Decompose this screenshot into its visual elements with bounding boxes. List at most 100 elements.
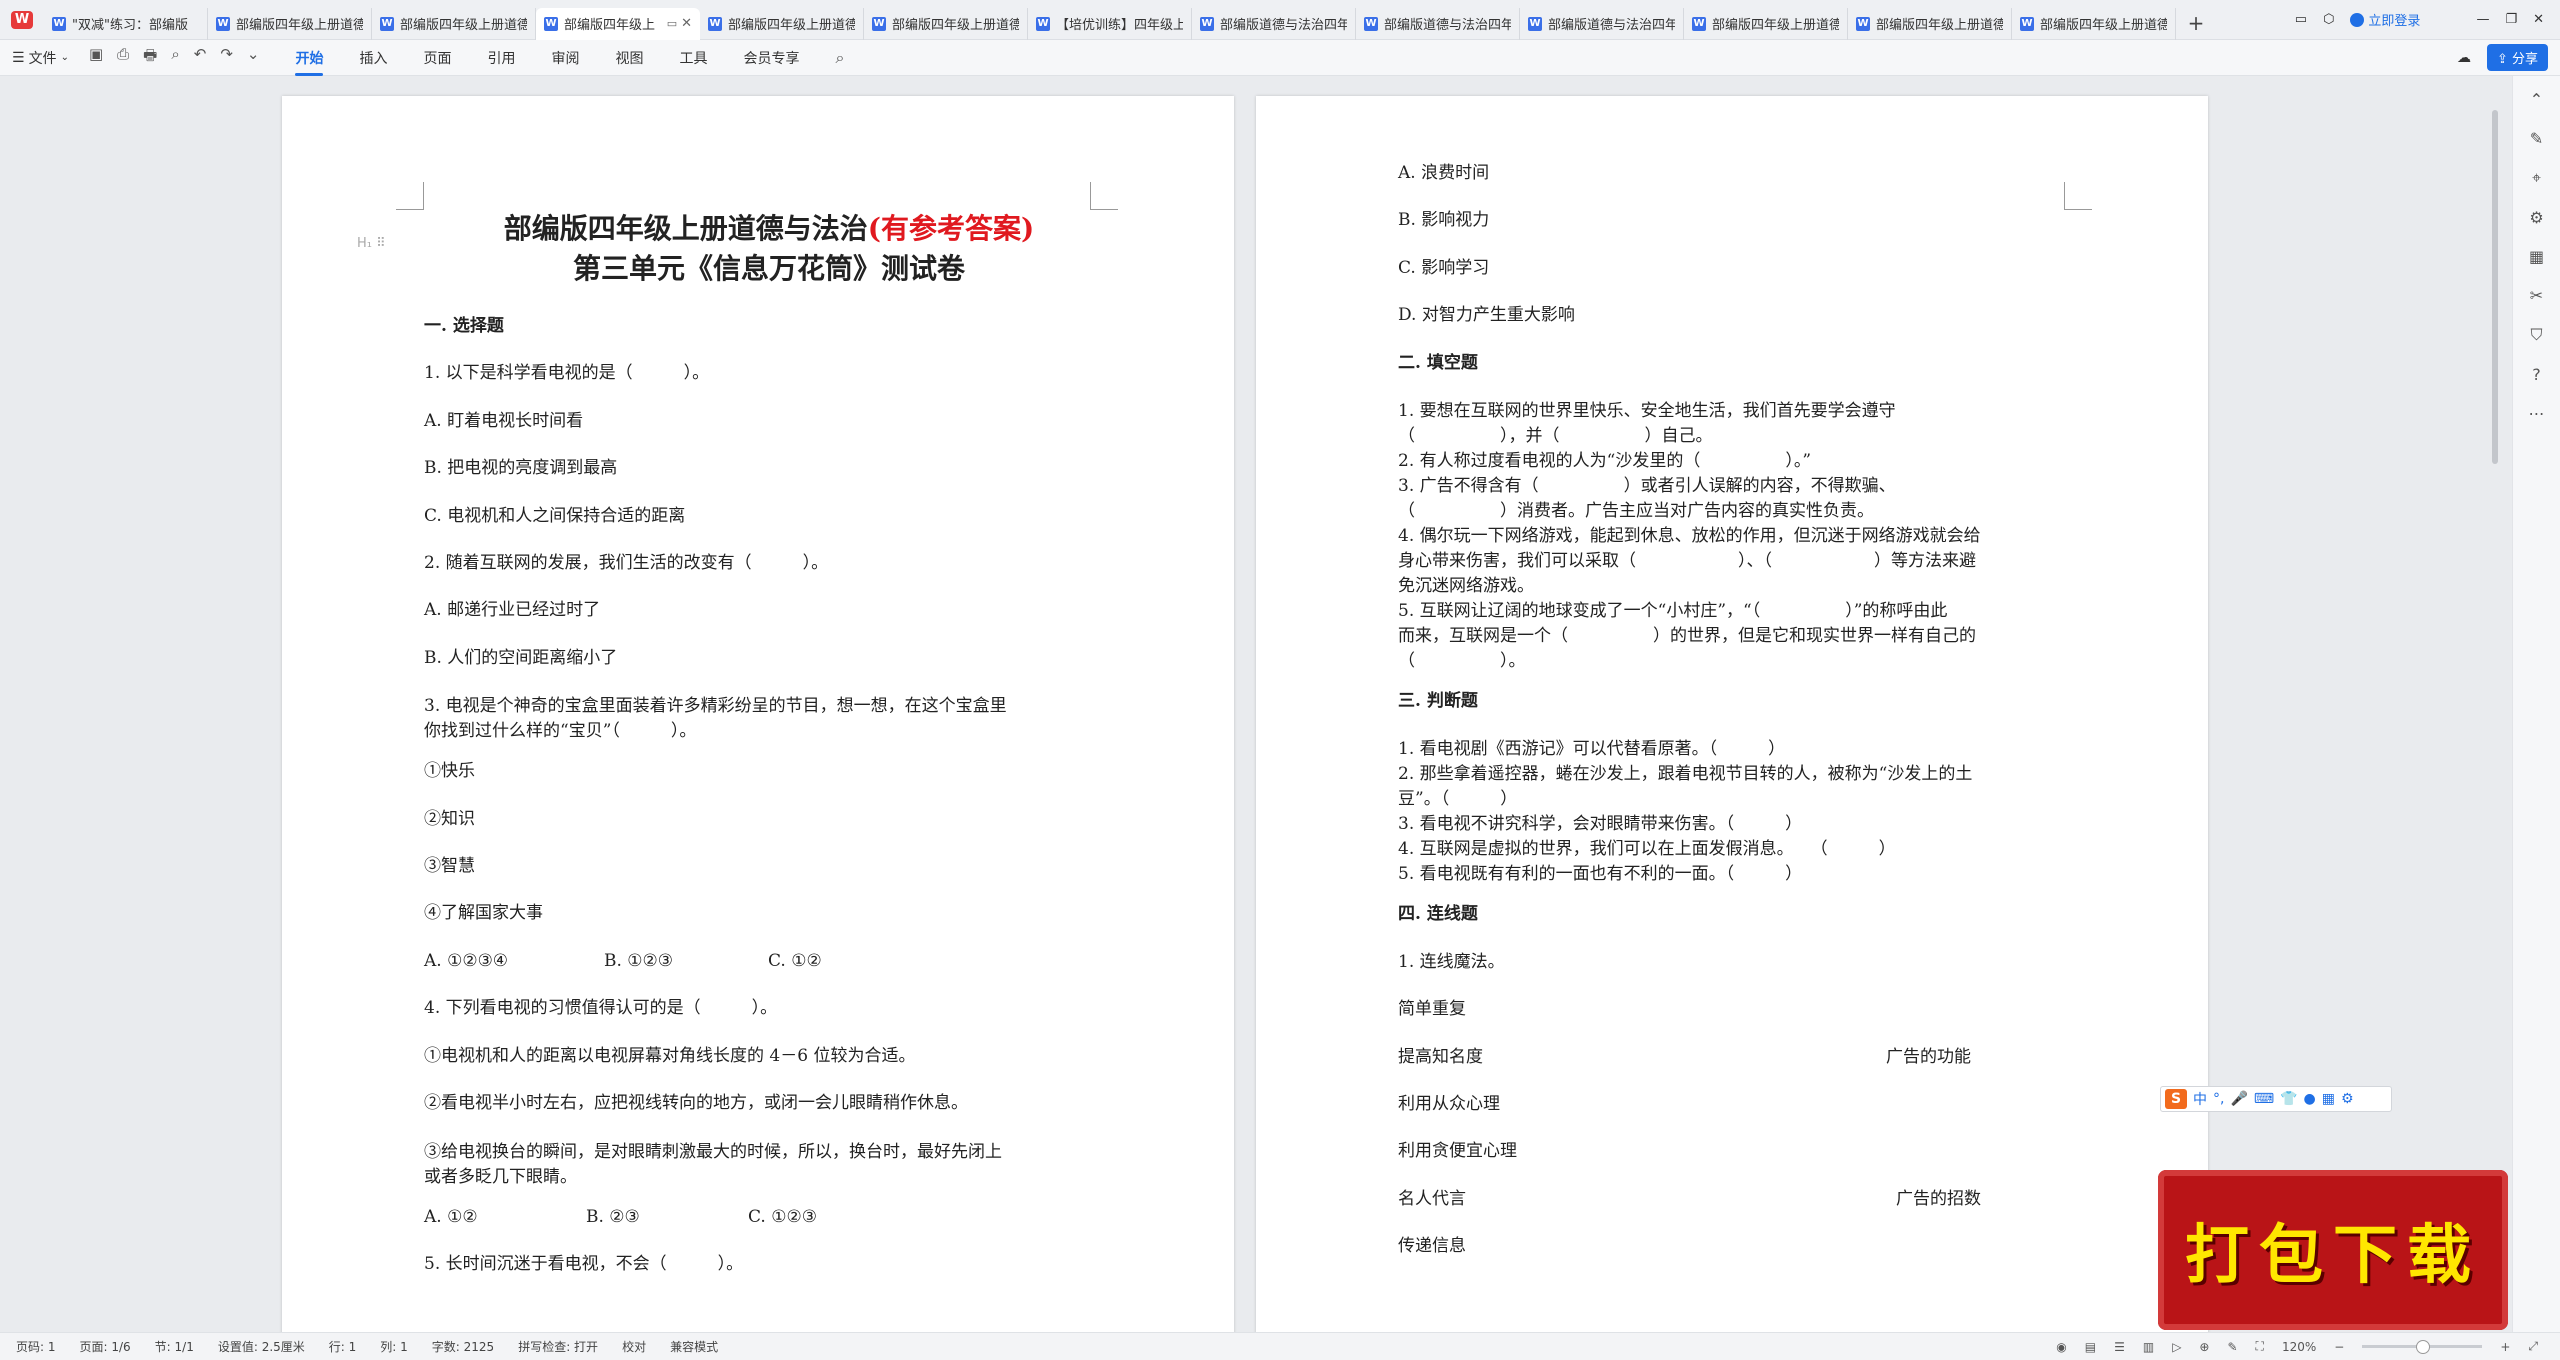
document-tab[interactable]: W 部编版四年级上册道德 [864, 7, 1028, 40]
document-tab[interactable]: W "双减"练习：部编版 [44, 7, 208, 40]
share-button[interactable]: ⇪ 分享 [2486, 44, 2548, 71]
tab-label: 部编版道德与法治四年 [1384, 18, 1511, 33]
document-tab[interactable]: W 部编版四年级上册道德 [208, 7, 372, 40]
eye-icon[interactable]: ◉ [2056, 1340, 2066, 1354]
wps-logo-icon[interactable]: W [0, 0, 44, 40]
word-doc-icon: W [1692, 16, 1706, 31]
zoom-out-icon[interactable]: − [2334, 1340, 2344, 1354]
right-tool-panel: ⌃ ✎ ⌖ ⚙ ▦ ✂ ⛉ ? ⋯ [2512, 76, 2560, 1332]
pen-icon[interactable]: ✎ [2530, 129, 2543, 148]
cube-icon[interactable]: ⬡ [2323, 12, 2334, 27]
help-icon[interactable]: ? [2532, 365, 2541, 384]
status-pages[interactable]: 页面: 1/6 [80, 1338, 131, 1355]
undo-icon[interactable]: ↶ [194, 45, 207, 70]
option-text: ②知识 [424, 808, 475, 829]
ime-toolbar[interactable]: S 中 °, 🎤 ⌨ 👕 ● ▦ ⚙ [2160, 1086, 2392, 1112]
image-edit-icon[interactable]: ▦ [2529, 247, 2544, 266]
restore-icon[interactable]: ❐ [2505, 12, 2517, 27]
ribbon-tab[interactable]: 工具 [679, 42, 707, 74]
save-icon[interactable]: ▣ [89, 45, 103, 70]
login-button[interactable]: 立即登录 [2350, 10, 2420, 29]
print-preview-icon[interactable]: ⌕ [171, 45, 179, 70]
redo-icon[interactable]: ↷ [220, 45, 233, 70]
web-view-icon[interactable]: ⊕ [2199, 1340, 2209, 1354]
tools-icon[interactable]: ✂ [2530, 286, 2543, 305]
status-word-count[interactable]: 字数: 2125 [432, 1338, 494, 1355]
close-window-icon[interactable]: ✕ [2533, 12, 2544, 27]
heading-handle-icon[interactable]: H₁ ⠿ [357, 236, 386, 251]
ime-mode-label[interactable]: 中 [2193, 1089, 2207, 1109]
document-tab[interactable]: W 【培优训练】四年级上 [1028, 7, 1192, 40]
document-page-2[interactable]: A. 浪费时间 B. 影响视力 C. 影响学习 D. 对智力产生重大影响 二. … [1256, 96, 2208, 1332]
fullscreen-icon[interactable]: ⤢ [2528, 1339, 2538, 1354]
option-text: ④了解国家大事 [424, 903, 543, 924]
window-layout-icon[interactable]: ▭ [2295, 12, 2307, 27]
document-tab[interactable]: W 部编版四年级上册道德 [700, 7, 864, 40]
outline-view-icon[interactable]: ▥ [2143, 1340, 2154, 1354]
print-icon[interactable]: 🖶 [143, 45, 157, 70]
new-tab-button[interactable]: + [2176, 11, 2216, 35]
zoom-slider[interactable] [2362, 1340, 2483, 1354]
document-tab[interactable]: W 部编版四年级上册道德 [2012, 7, 2176, 40]
ribbon-tab[interactable]: 审阅 [551, 42, 579, 74]
tab-label: 部编版四年级上册道德 [236, 18, 363, 33]
title-text: 部编版四年级上册道德与法治 [503, 212, 868, 245]
grid-icon[interactable]: ▦ [2322, 1091, 2335, 1107]
skin-icon[interactable]: 👕 [2280, 1091, 2297, 1107]
scrollbar-thumb[interactable] [2492, 110, 2498, 464]
status-spellcheck[interactable]: 拼写检查: 打开 [518, 1338, 598, 1355]
search-icon[interactable]: ⌕ [835, 48, 844, 68]
chat-icon[interactable]: ● [2304, 1091, 2316, 1107]
match-row: 名人代言 广告的招数 [1398, 1176, 2068, 1223]
ribbon-tab[interactable]: 页面 [423, 42, 451, 74]
document-tab[interactable]: W 部编版道德与法治四年 [1356, 7, 1520, 40]
option-text: A. 盯着电视长时间看 [424, 410, 584, 431]
zoom-in-icon[interactable]: + [2500, 1340, 2510, 1354]
shirt-icon[interactable]: ⛉ [2530, 325, 2542, 345]
mic-icon[interactable]: 🎤 [2230, 1091, 2247, 1107]
export-pdf-icon[interactable]: ⎙ [117, 45, 129, 70]
gear-icon[interactable]: ⚙ [2341, 1091, 2354, 1107]
option-text: ②看电视半小时左右，应把视线转向的地方，或闭一会儿眼睛稍作休息。 [424, 1093, 968, 1114]
settings-sliders-icon[interactable]: ⚙ [2529, 208, 2543, 227]
ribbon-tab[interactable]: 开始 [295, 42, 324, 76]
collapse-icon[interactable]: ⌃ [2530, 90, 2543, 109]
ribbon-tab[interactable]: 视图 [615, 42, 643, 74]
list-view-icon[interactable]: ☰ [2114, 1340, 2125, 1354]
zoom-level[interactable]: 120% [2282, 1340, 2316, 1354]
status-page[interactable]: 页码: 1 [16, 1338, 56, 1355]
match-row: 提高知名度 广告的功能 [1398, 1034, 2068, 1081]
document-tab[interactable]: W 部编版四年级上册道德 [372, 7, 536, 40]
ribbon-tab[interactable]: 插入 [359, 42, 387, 74]
status-compat-mode: 兼容模式 [670, 1340, 719, 1354]
close-tab-icon[interactable]: ✕ [681, 16, 692, 31]
download-banner[interactable]: 打包下载 [2158, 1170, 2508, 1330]
margin-corner-mark [2064, 182, 2092, 210]
ribbon-tab[interactable]: 引用 [487, 42, 515, 74]
more-icon[interactable]: ⋯ [2529, 404, 2545, 423]
play-icon[interactable]: ▷ [2172, 1340, 2181, 1354]
more-chevron-icon[interactable]: ⌄ [247, 45, 260, 70]
document-tab[interactable]: W 部编版道德与法治四年 [1192, 7, 1356, 40]
status-setting[interactable]: 设置值: 2.5厘米 [218, 1338, 305, 1355]
keyboard-icon[interactable]: ⌨ [2254, 1091, 2274, 1107]
document-tab[interactable]: W 部编版四年级上 ▭ ✕ [536, 7, 700, 40]
judge-question-text: 3. 看电视不讲究科学，会对眼睛带来伤害。（ ） [1398, 814, 1803, 835]
cloud-icon[interactable]: ☁ [2457, 50, 2471, 66]
document-page-1[interactable]: H₁ ⠿ 部编版四年级上册道德与法治(有参考答案) 第三单元《信息万花筒》测试卷… [282, 96, 1234, 1332]
fill-question-text: 身心带来伤害，我们可以采取（ ）、（ ）等方法来避 [1398, 551, 1976, 572]
document-tab[interactable]: W 部编版四年级上册道德 [1684, 7, 1848, 40]
document-tab[interactable]: W 部编版四年级上册道德 [1848, 7, 2012, 40]
minimize-icon[interactable]: — [2476, 12, 2489, 27]
select-cursor-icon[interactable]: ⌖ [2532, 168, 2541, 188]
page-view-icon[interactable]: ▤ [2085, 1340, 2096, 1354]
fit-page-icon[interactable]: ⛶ [2256, 1339, 2264, 1354]
document-tab[interactable]: W 部编版道德与法治四年 [1520, 7, 1684, 40]
file-menu[interactable]: ☰ 文件 ⌄ [12, 48, 69, 68]
punctuation-icon[interactable]: °, [2213, 1091, 2224, 1107]
vertical-scrollbar[interactable] [2490, 110, 2500, 1330]
document-subtitle: 第三单元《信息万花筒》测试卷 [572, 252, 965, 285]
status-proof[interactable]: 校对 [622, 1338, 646, 1355]
edit-icon[interactable]: ✎ [2227, 1340, 2237, 1354]
ribbon-tab[interactable]: 会员专享 [743, 42, 799, 74]
